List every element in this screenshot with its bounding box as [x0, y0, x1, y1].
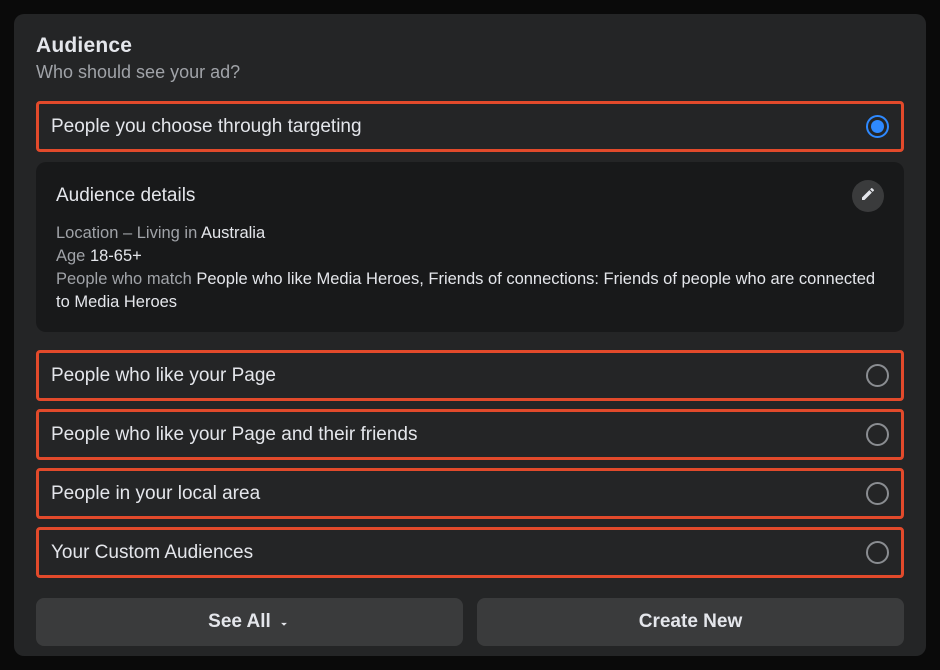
- option-label: People who like your Page and their frie…: [51, 424, 418, 446]
- section-title: Audience: [36, 34, 904, 58]
- detail-match: People who match People who like Media H…: [56, 268, 884, 314]
- button-label: Create New: [639, 611, 743, 633]
- audience-details-card: Audience details Location – Living in Au…: [36, 162, 904, 332]
- detail-location: Location – Living in Australia: [56, 222, 884, 245]
- audience-panel: Audience Who should see your ad? People …: [14, 14, 926, 656]
- option-local-area[interactable]: People in your local area: [36, 468, 904, 519]
- option-page-friends[interactable]: People who like your Page and their frie…: [36, 409, 904, 460]
- edit-button[interactable]: [852, 180, 884, 212]
- button-row: See All Create New: [36, 598, 904, 646]
- create-new-button[interactable]: Create New: [477, 598, 904, 646]
- radio-icon: [866, 423, 889, 446]
- option-label: Your Custom Audiences: [51, 542, 253, 564]
- radio-icon: [866, 482, 889, 505]
- option-label: People you choose through targeting: [51, 116, 362, 138]
- radio-icon: [866, 364, 889, 387]
- button-label: See All: [208, 611, 271, 633]
- pencil-icon: [860, 186, 876, 207]
- option-custom-audiences[interactable]: Your Custom Audiences: [36, 527, 904, 578]
- see-all-button[interactable]: See All: [36, 598, 463, 646]
- section-subtitle: Who should see your ad?: [36, 62, 904, 83]
- option-targeting[interactable]: People you choose through targeting: [36, 101, 904, 152]
- details-title: Audience details: [56, 185, 195, 207]
- option-label: People who like your Page: [51, 365, 276, 387]
- option-page-likes[interactable]: People who like your Page: [36, 350, 904, 401]
- option-label: People in your local area: [51, 483, 260, 505]
- chevron-down-icon: [277, 615, 291, 629]
- radio-icon: [866, 541, 889, 564]
- radio-icon: [866, 115, 889, 138]
- detail-age: Age 18-65+: [56, 245, 884, 268]
